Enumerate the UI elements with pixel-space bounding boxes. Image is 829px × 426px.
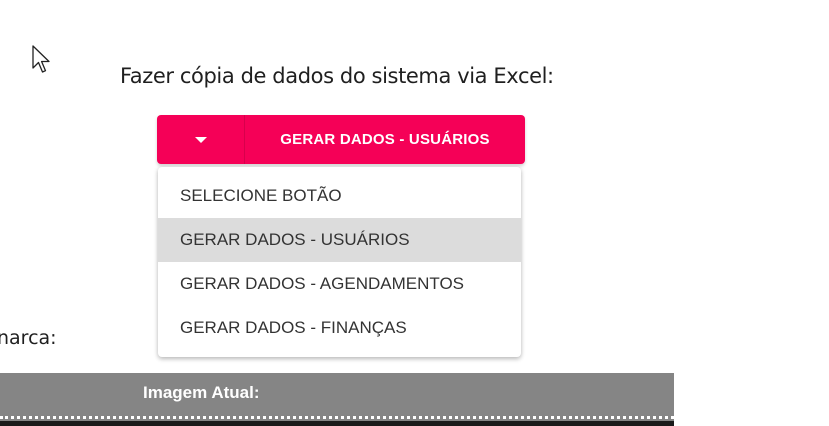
current-image-title: Imagem Atual: bbox=[143, 383, 260, 402]
export-options-menu: SELECIONE BOTÃO GERAR DADOS - USUÁRIOS G… bbox=[158, 167, 521, 357]
menu-item-users[interactable]: GERAR DADOS - USUÁRIOS bbox=[158, 218, 521, 262]
page: Fazer cópia de dados do sistema via Exce… bbox=[0, 0, 829, 426]
menu-item-appointments[interactable]: GERAR DADOS - AGENDAMENTOS bbox=[158, 262, 521, 306]
export-split-button: GERAR DADOS - USUÁRIOS bbox=[157, 115, 525, 164]
arrow-drop-down-icon bbox=[194, 136, 207, 143]
menu-item-finances[interactable]: GERAR DADOS - FINANÇAS bbox=[158, 306, 521, 350]
truncated-field-label: narca: bbox=[0, 327, 57, 349]
generate-data-button[interactable]: GERAR DADOS - USUÁRIOS bbox=[245, 115, 525, 164]
mouse-pointer-icon bbox=[32, 45, 50, 73]
page-heading: Fazer cópia de dados do sistema via Exce… bbox=[120, 64, 554, 88]
menu-item-select-button[interactable]: SELECIONE BOTÃO bbox=[158, 174, 521, 218]
image-frame-edge bbox=[0, 421, 674, 426]
current-image-header: Imagem Atual: bbox=[0, 373, 674, 426]
dropdown-toggle-button[interactable] bbox=[157, 115, 245, 164]
dotted-divider bbox=[0, 416, 674, 419]
